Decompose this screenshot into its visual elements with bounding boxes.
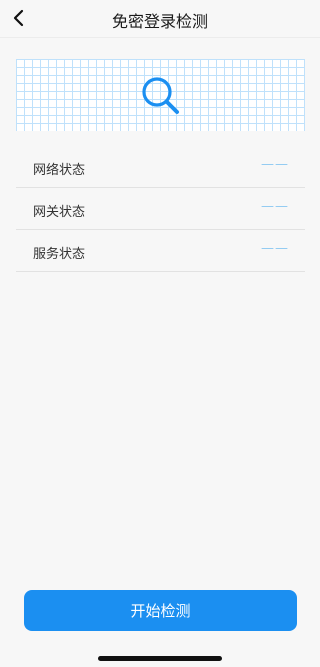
status-value: —— [261, 199, 289, 214]
status-label: 网关状态 [33, 205, 86, 220]
status-value: —— [261, 157, 289, 172]
home-indicator [98, 656, 222, 661]
status-row-service: 服务状态 —— [16, 230, 305, 272]
start-detection-button[interactable]: 开始检测 [24, 590, 297, 631]
status-row-network: 网络状态 —— [16, 146, 305, 188]
header-divider [0, 37, 320, 38]
status-value: —— [261, 241, 289, 256]
status-list: 网络状态 —— 网关状态 —— 服务状态 —— [16, 146, 305, 272]
detection-banner [16, 59, 305, 131]
status-row-gateway: 网关状态 —— [16, 188, 305, 230]
search-icon [142, 77, 179, 114]
status-label: 服务状态 [33, 247, 86, 262]
page: 免密登录检测 网络状态 —— 网关状态 —— 服务状态 —— 开始检测 [0, 0, 320, 667]
page-title: 免密登录检测 [111, 12, 208, 31]
header: 免密登录检测 [0, 0, 320, 38]
status-label: 网络状态 [33, 163, 86, 178]
